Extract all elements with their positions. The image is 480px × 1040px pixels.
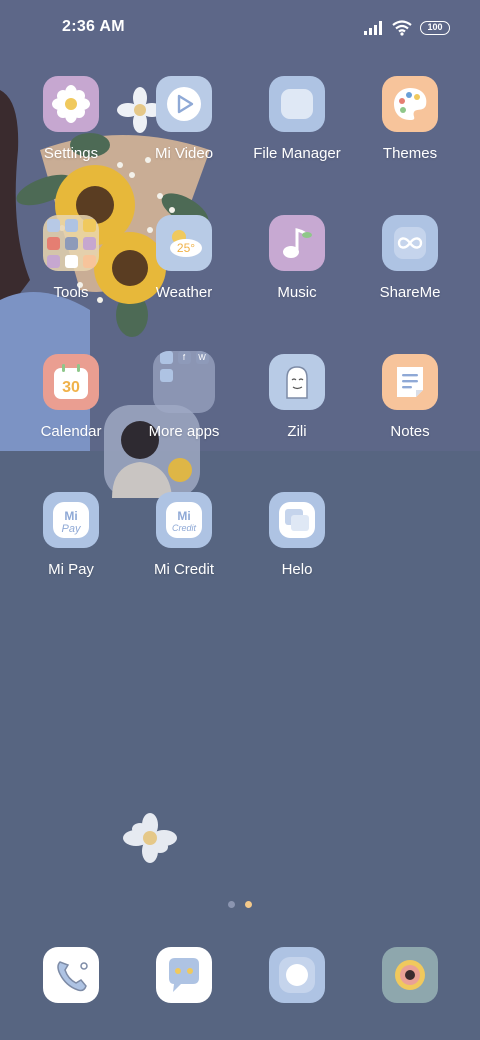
app-label: ShareMe <box>379 284 441 301</box>
app-label: File Manager <box>253 145 341 162</box>
app-label: Music <box>277 284 317 301</box>
helo-icon <box>269 492 325 548</box>
app-label: Settings <box>43 145 99 162</box>
browser-icon <box>279 957 315 993</box>
notes-icon <box>382 354 438 410</box>
app-calendar[interactable]: 30 Calendar <box>15 354 127 440</box>
calendar-day: 30 <box>62 379 80 396</box>
app-label: Notes <box>390 423 430 440</box>
app-label: Zili <box>287 423 307 440</box>
app-label: Mi Video <box>154 145 214 162</box>
app-label: Tools <box>53 284 89 301</box>
app-shareme[interactable]: ShareMe <box>354 215 466 301</box>
app-label: Themes <box>382 145 438 162</box>
app-label: Mi Credit <box>153 561 214 578</box>
weather-icon: 25° <box>156 215 212 271</box>
phone-icon <box>57 961 88 992</box>
mi-credit-icon: Mi Credit <box>156 492 212 548</box>
app-weather[interactable]: 25° Weather <box>128 215 240 301</box>
page-dot-2-active[interactable] <box>245 901 252 908</box>
folder-more-apps[interactable]: f W More apps <box>128 351 240 440</box>
app-label: Weather <box>155 284 213 301</box>
more-apps-folder-icon: f W <box>153 351 215 413</box>
weather-temp: 25° <box>177 241 195 255</box>
app-mi-credit[interactable]: Mi Credit Mi Credit <box>128 492 240 578</box>
zili-icon <box>269 354 325 410</box>
mi-pay-brand: Mi <box>64 509 77 523</box>
page-indicator <box>0 901 480 908</box>
dock-messaging[interactable] <box>156 947 212 1003</box>
app-helo[interactable]: Helo <box>241 492 353 578</box>
mi-video-icon <box>156 76 212 132</box>
app-settings[interactable]: Settings <box>15 76 127 162</box>
mi-credit-sub: Credit <box>172 523 197 533</box>
status-clock: 2:36 AM <box>62 18 125 35</box>
camera-icon <box>395 960 425 990</box>
status-bar: 2:36 AM 100 <box>0 0 480 56</box>
facebook-mini-icon: f <box>177 351 191 364</box>
music-icon <box>269 215 325 271</box>
app-label: Calendar <box>40 423 102 440</box>
dock-browser[interactable] <box>269 947 325 1003</box>
wps-mini-icon: W <box>195 351 209 364</box>
messaging-icon <box>169 958 199 992</box>
themes-icon <box>382 76 438 132</box>
app-file-manager[interactable]: File Manager <box>241 76 353 162</box>
signal-icon <box>364 21 382 35</box>
mi-credit-brand: Mi <box>177 509 190 523</box>
app-notes[interactable]: Notes <box>354 354 466 440</box>
status-icons: 100 <box>364 18 450 38</box>
dock-phone[interactable] <box>43 947 99 1003</box>
app-label: Helo <box>281 561 313 578</box>
page-dot-1[interactable] <box>228 901 235 908</box>
mi-pay-icon: Mi Pay <box>43 492 99 548</box>
dock-camera[interactable] <box>382 947 438 1003</box>
settings-icon <box>43 76 99 132</box>
tools-folder-icon <box>43 215 99 271</box>
folder-tools[interactable]: Tools <box>15 215 127 301</box>
app-mi-pay[interactable]: Mi Pay Mi Pay <box>15 492 127 578</box>
app-themes[interactable]: Themes <box>354 76 466 162</box>
app-mi-video[interactable]: Mi Video <box>128 76 240 162</box>
battery-icon: 100 <box>420 21 450 35</box>
calendar-icon: 30 <box>43 354 99 410</box>
shareme-icon <box>382 215 438 271</box>
app-music[interactable]: Music <box>241 215 353 301</box>
app-zili[interactable]: Zili <box>241 354 353 440</box>
file-manager-icon <box>269 76 325 132</box>
wifi-icon <box>392 20 412 36</box>
app-label: Mi Pay <box>48 561 94 578</box>
mi-pay-sub: Pay <box>62 523 82 535</box>
app-label: More apps <box>148 423 220 440</box>
